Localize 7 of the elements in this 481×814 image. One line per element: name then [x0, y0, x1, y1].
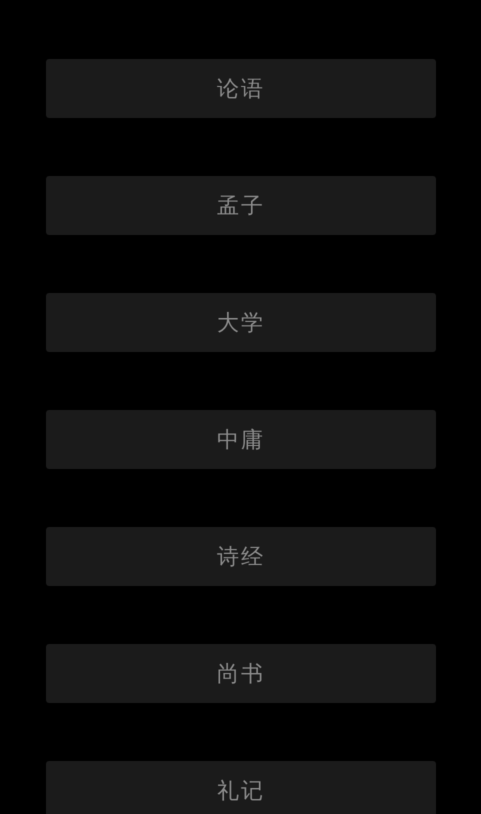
book-button[interactable]: 孟子 — [46, 176, 436, 235]
book-button[interactable]: 尚书 — [46, 644, 436, 703]
book-button[interactable]: 中庸 — [46, 410, 436, 469]
book-button[interactable]: 论语 — [46, 59, 436, 118]
book-button[interactable]: 礼记 — [46, 761, 436, 814]
book-button[interactable]: 大学 — [46, 293, 436, 352]
book-button[interactable]: 诗经 — [46, 527, 436, 586]
